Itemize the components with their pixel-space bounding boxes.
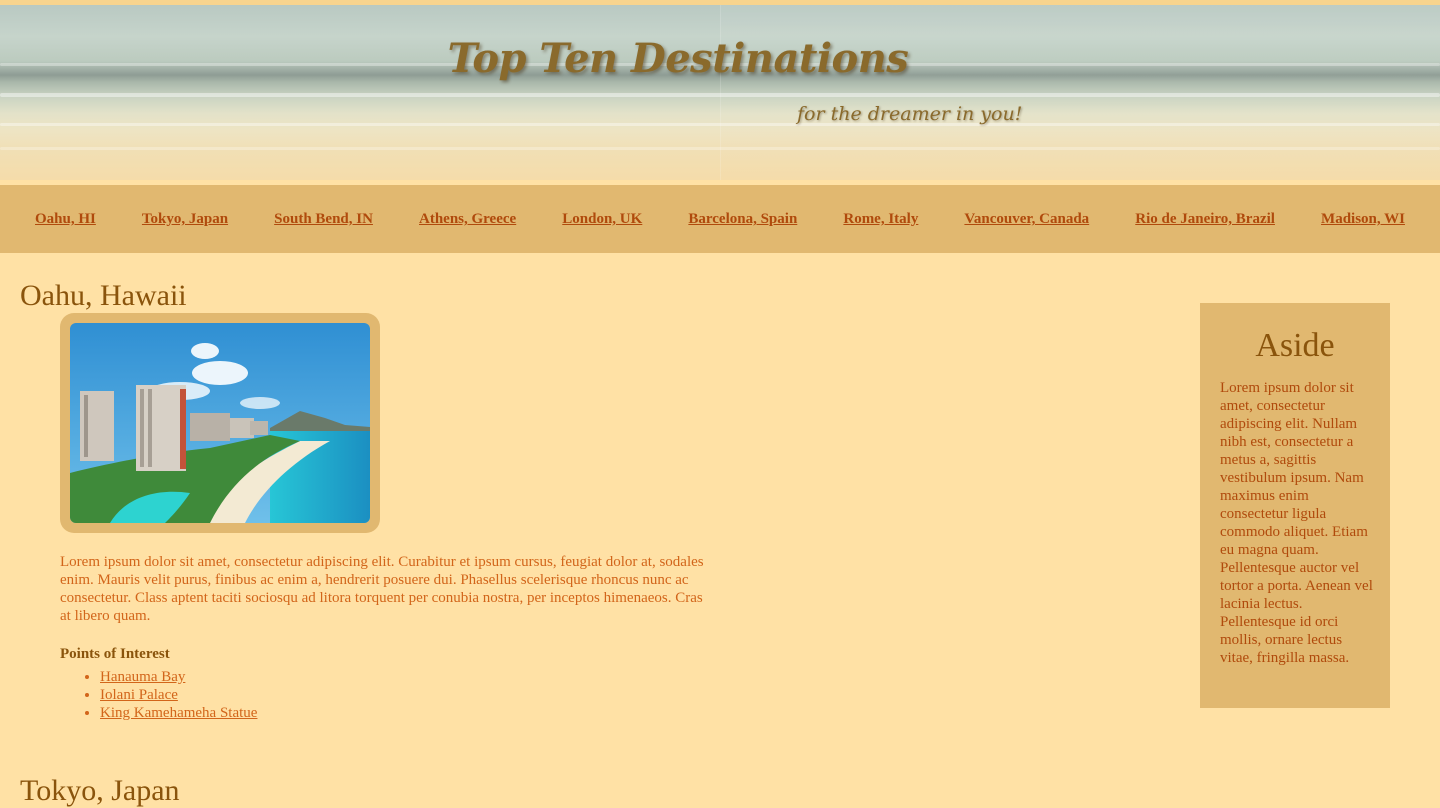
nav-link-rio[interactable]: Rio de Janeiro, Brazil <box>1135 211 1275 227</box>
nav-list: Oahu, HI Tokyo, Japan South Bend, IN Ath… <box>0 185 1440 253</box>
section-title: Tokyo, Japan <box>20 774 180 807</box>
nav-item: Madison, WI <box>1321 210 1405 228</box>
nav-link-tokyo[interactable]: Tokyo, Japan <box>142 211 228 227</box>
main-nav: Oahu, HI Tokyo, Japan South Bend, IN Ath… <box>0 185 1440 253</box>
header-banner: Top Ten Destinations for the dreamer in … <box>0 5 1440 180</box>
nav-link-south-bend[interactable]: South Bend, IN <box>274 211 373 227</box>
nav-item: Tokyo, Japan <box>142 210 228 228</box>
main-content: Oahu, Hawaii Lorem ipsum dolor sit amet,… <box>0 253 1440 807</box>
nav-item: Rio de Janeiro, Brazil <box>1135 210 1275 228</box>
poi-link[interactable]: Iolani Palace <box>100 687 178 703</box>
nav-item: Barcelona, Spain <box>688 210 797 228</box>
points-of-interest-heading: Points of Interest <box>60 646 170 662</box>
nav-link-oahu[interactable]: Oahu, HI <box>35 211 96 227</box>
nav-link-athens[interactable]: Athens, Greece <box>419 211 516 227</box>
aside-text: Lorem ipsum dolor sit amet, consectetur … <box>1220 380 1373 666</box>
nav-item: Athens, Greece <box>419 210 516 228</box>
nav-item: London, UK <box>562 210 642 228</box>
nav-link-vancouver[interactable]: Vancouver, Canada <box>964 211 1089 227</box>
list-item: Hanauma Bay <box>100 668 257 686</box>
nav-link-london[interactable]: London, UK <box>562 211 642 227</box>
destination-photo-frame <box>60 313 380 533</box>
nav-item: Vancouver, Canada <box>964 210 1089 228</box>
nav-item: Oahu, HI <box>35 210 96 228</box>
nav-link-rome[interactable]: Rome, Italy <box>843 211 918 227</box>
poi-link[interactable]: Hanauma Bay <box>100 669 185 685</box>
banner-wave <box>0 147 1440 150</box>
aside-panel: Aside Lorem ipsum dolor sit amet, consec… <box>1200 303 1390 708</box>
nav-item: South Bend, IN <box>274 210 373 228</box>
section-title: Oahu, Hawaii <box>20 279 187 312</box>
nav-item: Rome, Italy <box>843 210 918 228</box>
site-title: Top Ten Destinations <box>447 35 909 82</box>
list-item: King Kamehameha Statue <box>100 704 257 722</box>
nav-link-madison[interactable]: Madison, WI <box>1321 211 1405 227</box>
points-of-interest-list: Hanauma Bay Iolani Palace King Kamehameh… <box>60 668 257 722</box>
aside-title: Aside <box>1255 327 1335 364</box>
destination-description: Lorem ipsum dolor sit amet, consectetur … <box>60 554 704 624</box>
banner-wave <box>0 123 1440 126</box>
poi-link[interactable]: King Kamehameha Statue <box>100 705 257 721</box>
banner-wave <box>0 93 1440 97</box>
destination-photo <box>70 323 370 523</box>
list-item: Iolani Palace <box>100 686 257 704</box>
nav-link-barcelona[interactable]: Barcelona, Spain <box>688 211 797 227</box>
site-subtitle: for the dreamer in you! <box>797 103 1023 125</box>
